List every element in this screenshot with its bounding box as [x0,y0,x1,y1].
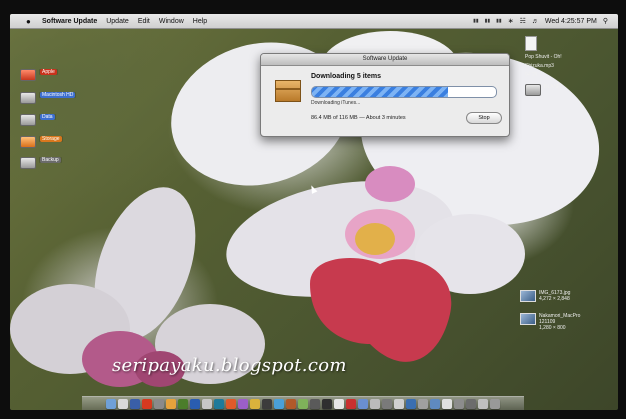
dock-app-icon[interactable] [322,399,332,409]
dock-app-icon[interactable] [454,399,464,409]
desktop-drive-5[interactable]: Backup [20,157,62,169]
hard-drive-icon [20,136,36,148]
dock-app-icon[interactable] [370,399,380,409]
dock-app-icon[interactable] [190,399,200,409]
dock-app-icon[interactable] [346,399,356,409]
dock-app-icon[interactable] [106,399,116,409]
dock-app-icon[interactable] [286,399,296,409]
stop-button[interactable]: Stop [466,112,502,124]
drive-name: Apple [40,69,57,75]
drive-name: Backup [40,157,61,163]
dock-app-icon[interactable] [430,399,440,409]
spotlight-icon[interactable]: ⚲ [603,17,608,25]
dock-app-icon[interactable] [406,399,416,409]
dock-app-icon[interactable] [310,399,320,409]
drive-name: Data [40,114,55,120]
dock-app-icon[interactable] [442,399,452,409]
mp3-filename: Shizuka.mp3 [525,63,554,69]
dock-app-icon[interactable] [226,399,236,409]
dock-app-icon[interactable] [250,399,260,409]
mp3-title: Pop Shuvit - Oh! [525,54,562,60]
dock-app-icon[interactable] [238,399,248,409]
window-title[interactable]: Software Update [261,54,509,66]
software-update-window: Software Update Downloading 5 items Down… [260,53,510,137]
menu-update[interactable]: Update [106,18,129,25]
wifi-icon[interactable]: ☵ [520,17,526,25]
menu-extras: ▮▮ ▮▮ ▮▮ ∗ ☵ ♬ Wed 4:25:57 PM ⚲ [473,17,608,26]
apple-icon[interactable]: ● [26,17,36,26]
dock-app-icon[interactable] [394,399,404,409]
download-amount: 86.4 MB of 116 MB — About 3 minutes [311,115,406,121]
desktop-drive-2[interactable]: Macintosh HD [20,92,77,104]
menu-clock[interactable]: Wed 4:25:57 PM [545,18,597,25]
download-progress-bar [311,86,497,98]
dock-app-icon[interactable] [118,399,128,409]
image-dimensions: 4,272 × 2,848 [539,296,570,302]
desktop-image-2[interactable]: Nakamori_MacPro 121109 1,280 × 800 [520,313,580,331]
image-file-icon [520,313,536,325]
dock-app-icon[interactable] [214,399,224,409]
hard-drive-icon [20,157,36,169]
dock-app-icon[interactable] [298,399,308,409]
menu-window[interactable]: Window [159,18,184,25]
menu-help[interactable]: Help [193,18,207,25]
desktop-mp3-file[interactable]: Pop Shuvit - Oh! Shizuka.mp3 04:26 [525,36,562,78]
dock-app-icon[interactable] [262,399,272,409]
dock-app-icon[interactable] [142,399,152,409]
dock-app-icon[interactable] [382,399,392,409]
desktop-drive-1[interactable]: Apple [20,69,58,81]
bluetooth-icon[interactable]: ∗ [508,17,514,25]
dock-app-icon[interactable] [466,399,476,409]
dock [82,396,524,410]
watermark-text: seripayaku.blogspot.com [112,355,347,376]
dock-app-icon[interactable] [178,399,188,409]
volume-icon[interactable]: ♬ [532,18,539,25]
cpu-stats-icon[interactable]: ▮▮ [485,18,491,24]
package-box-icon [275,80,301,102]
dock-app-icon[interactable] [418,399,428,409]
image-dimensions: 1,280 × 800 [539,325,566,331]
drive-name: Macintosh HD [40,92,76,98]
hard-drive-icon [20,69,36,81]
desktop-drive-right[interactable]: BLANK [525,84,560,96]
dock-app-icon[interactable] [202,399,212,409]
mp3-duration: 04:26 [525,72,538,78]
progress-fill [312,87,449,97]
dock-app-icon[interactable] [358,399,368,409]
hard-drive-icon [20,92,36,104]
menu-edit[interactable]: Edit [138,18,150,25]
network-stats-icon[interactable]: ▮▮ [473,18,479,24]
drive-name: BLANK [544,84,561,90]
download-status: Downloading iTunes... [311,100,361,106]
memory-stats-icon[interactable]: ▮▮ [496,18,502,24]
dock-app-icon[interactable] [154,399,164,409]
desktop-screen: ● Software Update Update Edit Window Hel… [10,14,618,410]
hard-drive-icon [20,114,36,126]
hard-drive-icon [525,84,541,96]
menu-bar: ● Software Update Update Edit Window Hel… [10,14,618,29]
desktop-drive-4[interactable]: Storage [20,136,63,148]
dock-app-icon[interactable] [490,399,500,409]
menu-app-name[interactable]: Software Update [42,18,97,25]
music-file-icon [525,36,537,51]
image-file-icon [520,290,536,302]
dock-app-icon[interactable] [478,399,488,409]
window-body: Downloading 5 items Downloading iTunes..… [261,66,509,136]
drive-name: Storage [40,136,62,142]
download-heading: Downloading 5 items [311,73,382,80]
dock-app-icon[interactable] [274,399,284,409]
dock-app-icon[interactable] [166,399,176,409]
dock-app-icon[interactable] [334,399,344,409]
desktop-image-1[interactable]: IMG_6173.jpg 4,272 × 2,848 [520,290,570,302]
desktop-drive-3[interactable]: Data [20,114,56,126]
dock-app-icon[interactable] [130,399,140,409]
